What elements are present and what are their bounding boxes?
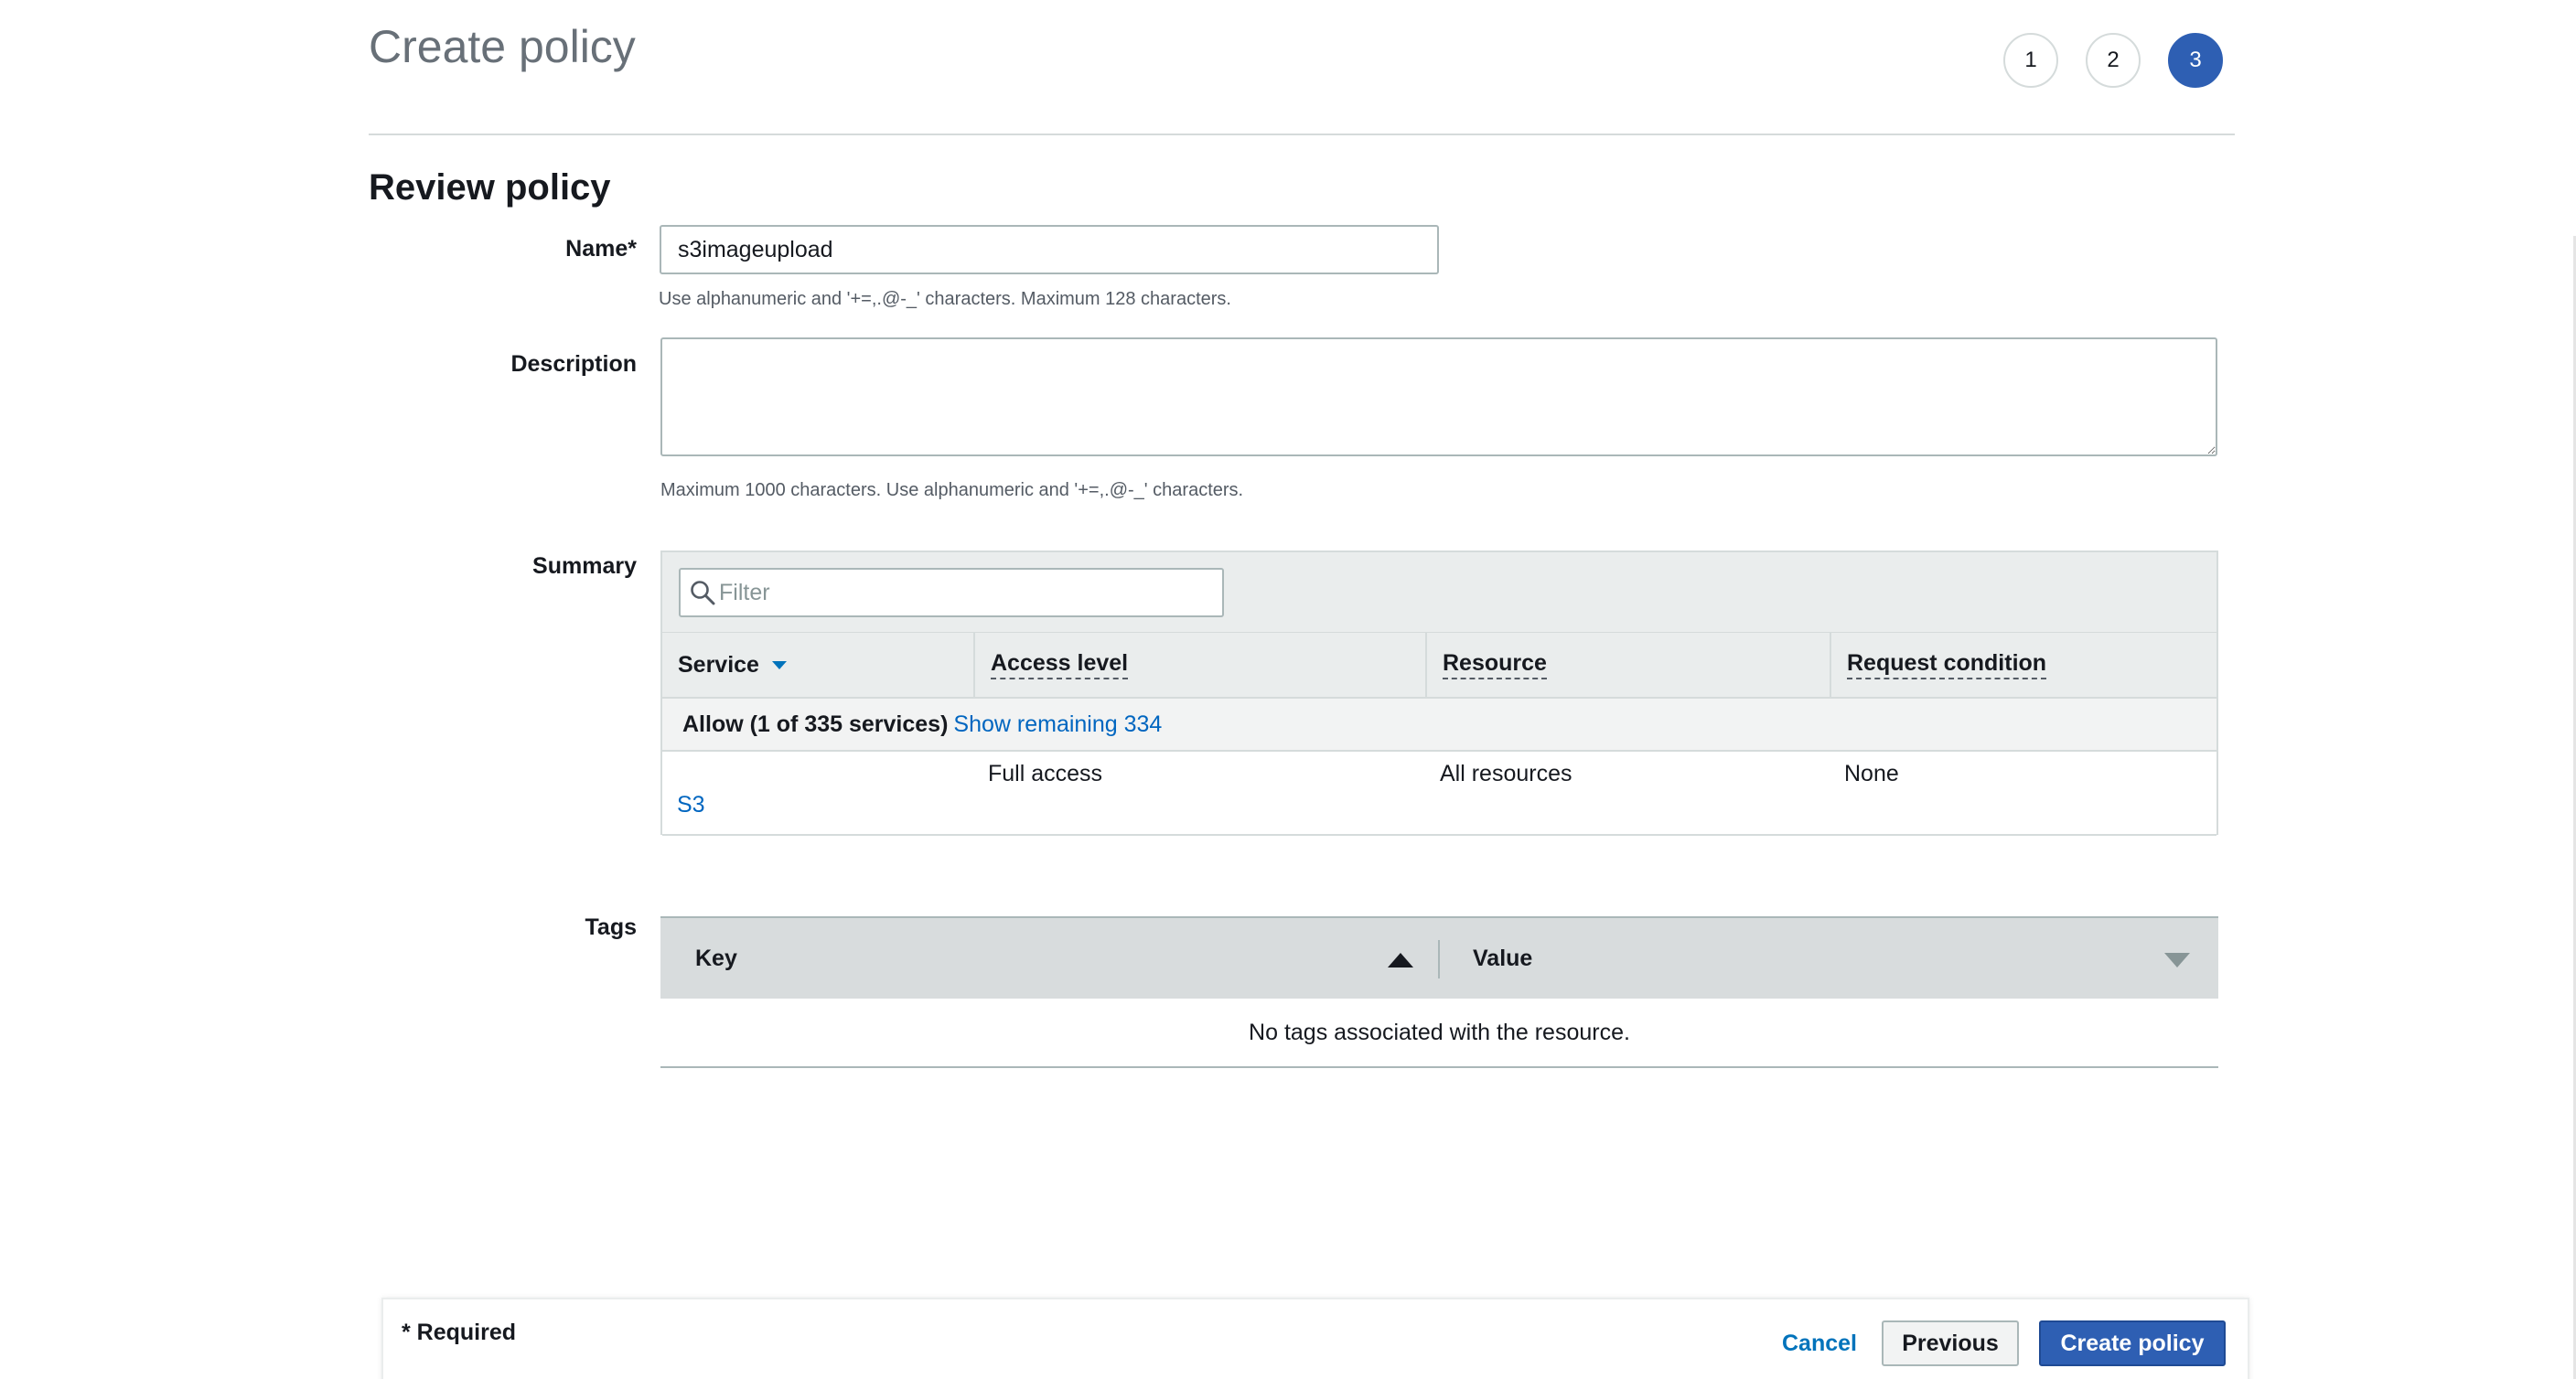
footer-bar: * Required Cancel Previous Create policy [381,1298,2249,1379]
step-2[interactable]: 2 [2086,33,2141,88]
column-access-level-label: Access level [991,650,1129,679]
column-access-level[interactable]: Access level [973,633,1425,697]
access-level-value: Full access [988,761,1103,786]
column-request-condition[interactable]: Request condition [1830,633,2216,697]
name-hint: Use alphanumeric and '+=,.@-_' character… [659,289,1231,309]
filter-box[interactable] [679,568,1224,617]
summary-header-row: Service Access level Resource Request co… [662,633,2216,699]
allow-text: Allow (1 of 335 services) [682,711,949,737]
description-label: Description [510,351,637,377]
tags-column-key[interactable]: Key [695,946,737,972]
header-divider [369,134,2235,135]
description-hint: Maximum 1000 characters. Use alphanumeri… [660,480,1244,500]
summary-label: Summary [532,553,637,579]
page-title: Create policy [369,21,636,72]
description-textarea[interactable] [660,337,2217,456]
section-title: Review policy [369,167,611,208]
allow-row: Allow (1 of 335 services) Show remaining… [662,699,2216,752]
column-service-label: Service [678,651,759,678]
create-policy-button[interactable]: Create policy [2039,1320,2226,1366]
column-resource[interactable]: Resource [1425,633,1830,697]
cancel-button[interactable]: Cancel [1765,1320,1874,1366]
sort-down-icon [771,660,787,669]
column-service[interactable]: Service [662,633,973,697]
name-input[interactable] [660,225,1439,274]
sort-desc-icon[interactable] [2164,953,2190,967]
search-icon [691,581,715,605]
tags-column-divider [1438,940,1440,978]
sort-asc-icon[interactable] [1388,953,1413,967]
tags-header-row: Key Value [660,916,2218,999]
request-condition-value: None [1844,761,1899,786]
tags-label: Tags [585,914,638,940]
tags-column-value[interactable]: Value [1473,946,1532,972]
table-row: S3 Full access All resources None [662,752,2216,836]
tags-empty-message: No tags associated with the resource. [660,999,2218,1068]
wizard-steps: 1 2 3 [2003,33,2223,88]
show-remaining-link[interactable]: Show remaining 334 [953,711,1162,738]
required-note: * Required [402,1320,517,1345]
tags-table: Key Value No tags associated with the re… [660,916,2218,1068]
name-label: Name* [565,236,637,262]
column-resource-label: Resource [1443,650,1547,679]
step-1[interactable]: 1 [2003,33,2058,88]
filter-input[interactable] [719,570,1213,615]
resource-value: All resources [1440,761,1572,786]
previous-button[interactable]: Previous [1882,1320,2019,1366]
summary-table: Service Access level Resource Request co… [660,551,2218,836]
step-3-current: 3 [2168,33,2223,88]
service-link-s3[interactable]: S3 [677,792,705,818]
summary-toolbar [662,552,2216,633]
column-request-condition-label: Request condition [1847,650,2047,679]
